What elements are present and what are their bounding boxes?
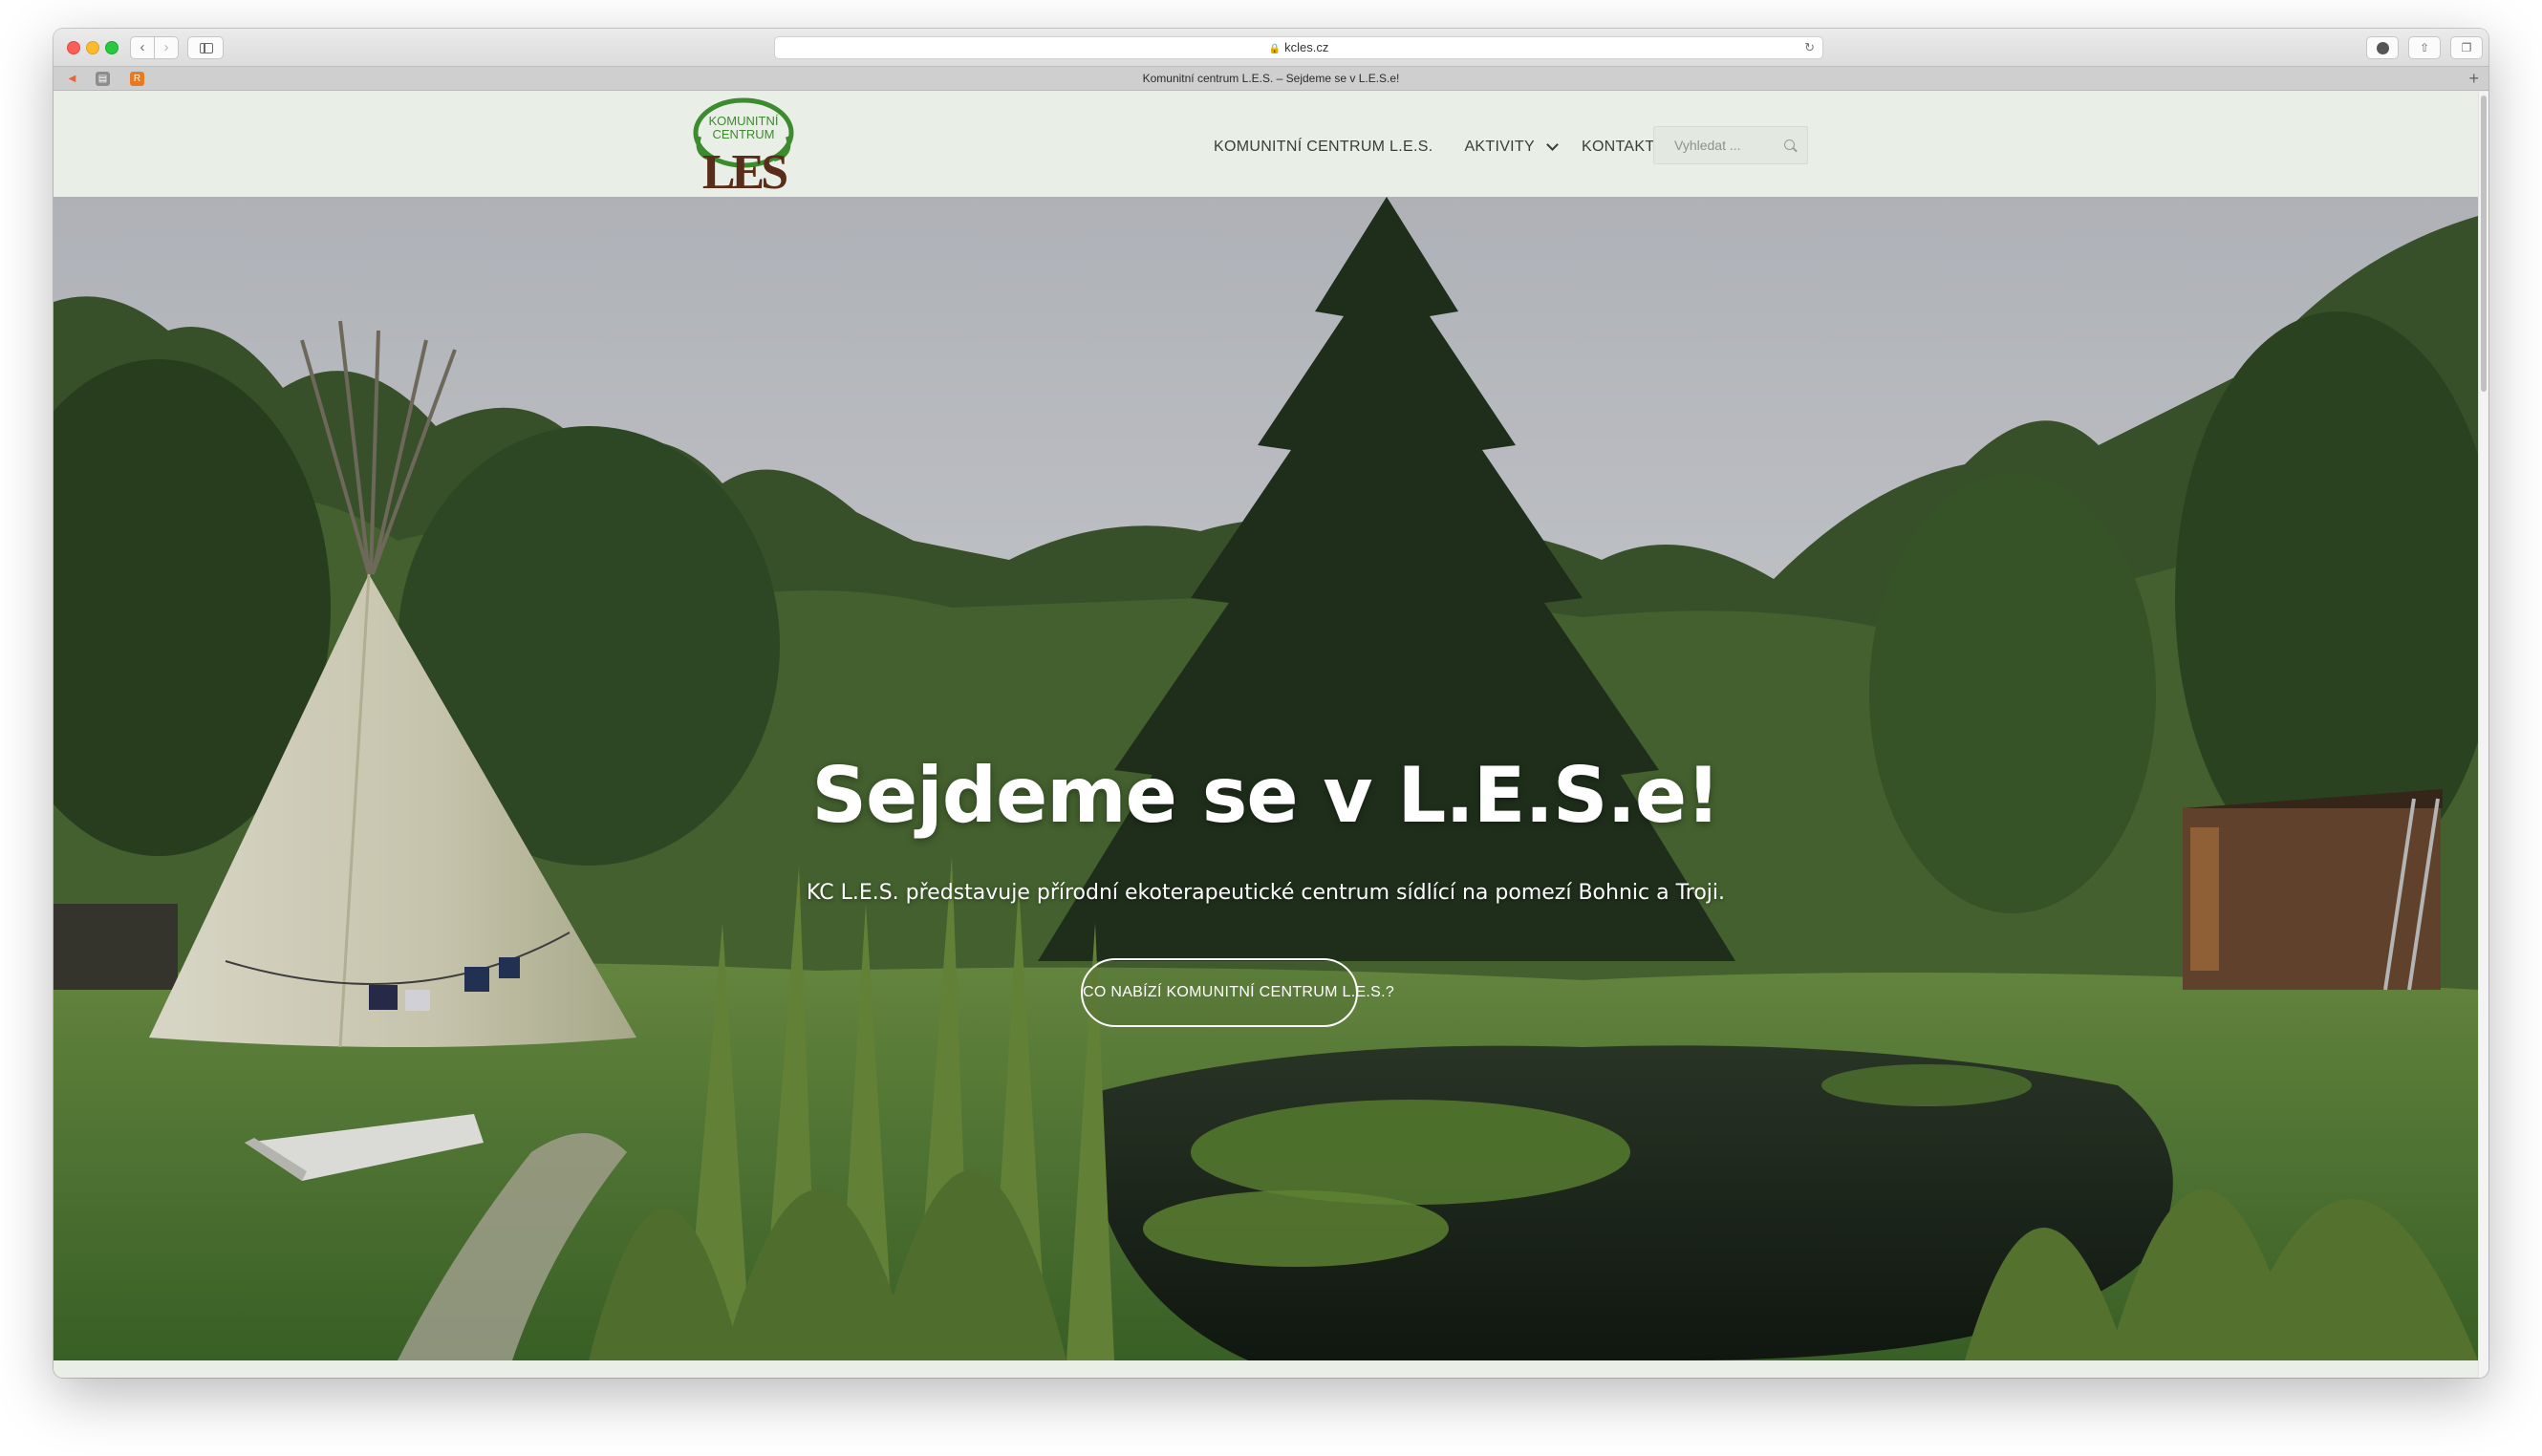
nav-activities-label: AKTIVITY [1464,139,1535,155]
tab-bar: Komunitní centrum L.E.S. – Sejdeme se v … [54,67,2488,91]
scrollbar-thumb[interactable] [2481,96,2487,392]
search-input[interactable] [1654,127,1778,163]
logo-mark: LES [702,145,786,194]
site-header: KOMUNITNÍ CENTRUM LES KOMUNITNÍ CENTRUM … [54,92,2478,200]
logo-line1: KOMUNITNÍ [709,114,779,128]
plus-icon[interactable]: + [2468,69,2479,88]
hero-title: Sejdeme se v L.E.S.e! [811,751,1720,840]
hero-cta-button[interactable]: CO NABÍZÍ KOMUNITNÍ CENTRUM L.E.S.? [1081,958,1394,1027]
address-bar[interactable]: 🔒 kcles.cz ↻ [774,36,1823,59]
search-box [1653,126,1808,164]
downloads-button[interactable] [2366,36,2399,59]
reload-icon[interactable]: ↻ [1804,37,1815,58]
page-scrollbar[interactable] [2478,92,2488,1378]
zoom-window-button[interactable] [105,41,118,54]
bookmark-arrow-icon[interactable]: ◀ [65,72,79,86]
hero-subtitle: KC L.E.S. představuje přírodní ekoterape… [806,881,1726,905]
browser-toolbar: ‹ › 🔒 kcles.cz ↻ ⇧ ❐ [54,29,2488,67]
share-icon: ⇧ [2419,41,2430,54]
nav-activities[interactable]: AKTIVITY [1464,139,1559,156]
close-window-button[interactable] [67,41,80,54]
page-bottom-strip [54,1360,2478,1378]
site-logo[interactable]: KOMUNITNÍ CENTRUM LES [690,95,797,200]
minimize-window-button[interactable] [86,41,99,54]
main-navigation: KOMUNITNÍ CENTRUM L.E.S. AKTIVITY KONTAK… [1214,136,1686,159]
logo-line2: CENTRUM [713,127,775,141]
active-tab[interactable]: Komunitní centrum L.E.S. – Sejdeme se v … [54,67,2488,91]
forward-button[interactable]: › [154,36,179,59]
back-button[interactable]: ‹ [130,36,155,59]
show-tabs-button[interactable]: ❐ [2450,36,2483,59]
sidebar-toggle-button[interactable] [187,36,224,59]
chevron-left-icon: ‹ [140,39,145,55]
search-icon[interactable] [1784,139,1795,150]
lock-icon: 🔒 [1268,44,1282,54]
bookmark-rss-icon[interactable]: R [130,72,144,86]
nav-home[interactable]: KOMUNITNÍ CENTRUM L.E.S. [1214,139,1433,156]
url-text: kcles.cz [1284,40,1329,54]
share-button[interactable]: ⇧ [2408,36,2441,59]
hero-section: Sejdeme se v L.E.S.e! KC L.E.S. představ… [54,197,2478,1360]
tabs-icon: ❐ [2461,41,2472,54]
chevron-right-icon: › [163,39,169,55]
nav-contact[interactable]: KONTAKT [1582,139,1654,156]
chevron-down-icon [1546,139,1559,151]
bookmark-reader-icon[interactable]: ▤ [96,72,110,86]
browser-window: ‹ › 🔒 kcles.cz ↻ ⇧ ❐ Komunitní centrum L.… [54,29,2488,1378]
sidebar-icon [200,43,213,54]
download-icon [2376,42,2389,54]
